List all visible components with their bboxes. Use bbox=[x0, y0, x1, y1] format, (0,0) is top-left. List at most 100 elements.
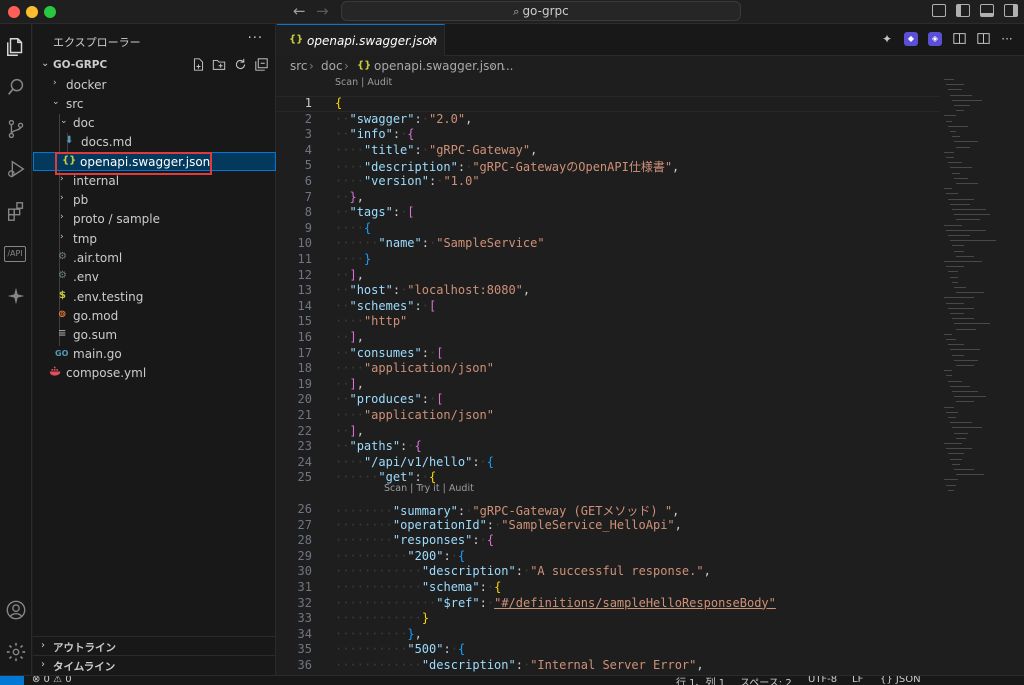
tree-file-go-sum[interactable]: ≡ go.sum bbox=[33, 326, 276, 345]
code-line[interactable]: 7 ··}, bbox=[277, 190, 940, 206]
code-line[interactable]: 16 ··], bbox=[277, 330, 940, 346]
arrow-right-icon[interactable]: → bbox=[316, 2, 329, 20]
api-audit-icon[interactable]: ◈ bbox=[928, 32, 942, 46]
command-center-search[interactable]: ⌕ go-grpc bbox=[341, 1, 741, 21]
codelens-root[interactable]: Scan | Audit bbox=[335, 77, 392, 88]
more-actions-icon[interactable]: ··· bbox=[1000, 32, 1014, 46]
code-line[interactable]: 1{ bbox=[277, 96, 940, 112]
timeline-section[interactable]: › タイムライン bbox=[33, 655, 276, 674]
code-line[interactable]: 36 ············"description":·"Internal S… bbox=[277, 658, 940, 674]
code-line[interactable]: 35 ··········"500":·{ bbox=[277, 642, 940, 658]
tree-file-env-testing[interactable]: $ .env.testing bbox=[33, 288, 276, 307]
account-icon[interactable] bbox=[4, 599, 28, 623]
breadcrumb-symbol[interactable]: ... bbox=[502, 59, 513, 73]
code-line[interactable]: 28 ········"responses":·{ bbox=[277, 533, 940, 549]
code-line[interactable]: 9 ····{ bbox=[277, 221, 940, 237]
workspace-section-header[interactable]: ⌄ GO-GRPC bbox=[33, 56, 276, 76]
code-line[interactable]: 24 ····"/api/v1/hello":·{ bbox=[277, 455, 940, 471]
more-actions-icon[interactable]: ··· bbox=[248, 31, 263, 46]
tree-file-compose-yml[interactable]: compose.yml bbox=[33, 364, 276, 383]
code-line[interactable]: 17 ··"consumes":·[ bbox=[277, 346, 940, 362]
breadcrumb-src[interactable]: src bbox=[290, 59, 308, 73]
code-line[interactable]: 14 ··"schemes":·[ bbox=[277, 299, 940, 315]
indentation-indicator[interactable]: スペース: 2 bbox=[740, 676, 792, 685]
tree-file-env[interactable]: ⚙ .env bbox=[33, 268, 276, 287]
tree-folder-docker[interactable]: › docker bbox=[33, 76, 276, 95]
toggle-panel-icon[interactable] bbox=[980, 4, 994, 17]
language-mode[interactable]: {} JSON bbox=[880, 676, 921, 685]
code-line[interactable]: 30 ············"description":·"A successf… bbox=[277, 564, 940, 580]
code-line[interactable]: 22 ··], bbox=[277, 424, 940, 440]
settings-icon[interactable] bbox=[4, 641, 28, 665]
tree-file-main-go[interactable]: GO main.go bbox=[33, 345, 276, 364]
run-debug-icon[interactable] bbox=[4, 158, 28, 182]
tree-folder-proto-sample[interactable]: › proto / sample bbox=[33, 210, 276, 229]
tree-folder-src[interactable]: ⌄ src bbox=[33, 95, 276, 114]
new-folder-icon[interactable] bbox=[212, 58, 226, 72]
code-line[interactable]: 15 ····"http" bbox=[277, 314, 940, 330]
tree-folder-doc[interactable]: ⌄ doc bbox=[33, 114, 276, 133]
outline-section[interactable]: › アウトライン bbox=[33, 636, 276, 655]
code-line[interactable]: 2 ··"swagger":·"2.0", bbox=[277, 112, 940, 128]
code-line[interactable]: 21 ····"application/json" bbox=[277, 408, 940, 424]
code-line[interactable]: 23 ··"paths":·{ bbox=[277, 439, 940, 455]
code-line[interactable]: 32 ··············"$ref":·"#/definitions/s… bbox=[277, 596, 940, 612]
code-line[interactable]: 13 ··"host":·"localhost:8080", bbox=[277, 283, 940, 299]
copilot-icon[interactable]: ✦ bbox=[880, 32, 894, 46]
code-line[interactable]: 4 ····"title":·"gRPC-Gateway", bbox=[277, 143, 940, 159]
code-line[interactable]: 18 ····"application/json" bbox=[277, 361, 940, 377]
customize-layout-icon[interactable] bbox=[932, 4, 946, 17]
new-file-icon[interactable] bbox=[191, 58, 205, 72]
code-line[interactable]: 29 ··········"200":·{ bbox=[277, 549, 940, 565]
minimize-window-button[interactable] bbox=[26, 6, 38, 18]
copilot-icon[interactable] bbox=[4, 286, 28, 310]
code-line[interactable]: 12 ··], bbox=[277, 268, 940, 284]
encoding-indicator[interactable]: UTF-8 bbox=[808, 676, 837, 685]
minimap[interactable] bbox=[940, 77, 1024, 677]
breadcrumb-doc[interactable]: doc bbox=[321, 59, 343, 73]
open-preview-icon[interactable] bbox=[952, 32, 966, 46]
remote-indicator[interactable] bbox=[0, 676, 24, 685]
maximize-window-button[interactable] bbox=[44, 6, 56, 18]
source-control-icon[interactable] bbox=[4, 118, 28, 142]
code-line[interactable]: 25 ······"get":·{ bbox=[277, 470, 940, 486]
tree-folder-tmp[interactable]: › tmp bbox=[33, 230, 276, 249]
cursor-position[interactable]: 行 1、列 1 bbox=[676, 676, 725, 685]
tree-folder-internal[interactable]: › internal bbox=[33, 172, 276, 191]
search-icon[interactable] bbox=[4, 76, 28, 100]
arrow-left-icon[interactable]: ← bbox=[293, 2, 306, 20]
code-line[interactable]: 5 ····"description":·"gRPC-GatewayのOpenAP… bbox=[277, 158, 940, 174]
extensions-icon[interactable] bbox=[4, 200, 28, 224]
code-line[interactable]: 34 ··········}, bbox=[277, 627, 940, 643]
api-icon[interactable]: /API bbox=[4, 242, 28, 266]
api-preview-icon[interactable]: ◆ bbox=[904, 32, 918, 46]
eol-indicator[interactable]: LF bbox=[852, 676, 863, 685]
code-line[interactable]: 6 ····"version":·"1.0" bbox=[277, 174, 940, 190]
close-icon[interactable]: ✕ bbox=[427, 33, 437, 47]
code-line[interactable]: 31 ············"schema":·{ bbox=[277, 580, 940, 596]
code-line[interactable]: 10 ······"name":·"SampleService" bbox=[277, 236, 940, 252]
code-line[interactable]: 20 ··"produces":·[ bbox=[277, 392, 940, 408]
explorer-icon[interactable] bbox=[4, 36, 28, 60]
code-line[interactable]: 8 ··"tags":·[ bbox=[277, 205, 940, 221]
tree-folder-pb[interactable]: › pb bbox=[33, 191, 276, 210]
tree-file-go-mod[interactable]: ⊚ go.mod bbox=[33, 307, 276, 326]
code-editor[interactable]: Scan | Audit Scan | Try it | Audit 1{2 ··… bbox=[277, 77, 940, 675]
refresh-icon[interactable] bbox=[233, 58, 247, 72]
tab-openapi-swagger-json[interactable]: {} openapi.swagger.json ✕ bbox=[277, 24, 445, 56]
tree-file-air-toml[interactable]: ⚙ .air.toml bbox=[33, 249, 276, 268]
problems-indicator[interactable]: ⊗ 0 ⚠ 0 bbox=[32, 676, 72, 685]
tree-file-docs-md[interactable]: ⬇ docs.md bbox=[33, 133, 276, 152]
split-editor-icon[interactable] bbox=[976, 32, 990, 46]
breadcrumb-file[interactable]: openapi.swagger.json bbox=[374, 59, 504, 73]
toggle-secondary-sidebar-icon[interactable] bbox=[1004, 4, 1018, 17]
code-line[interactable]: 3 ··"info":·{ bbox=[277, 127, 940, 143]
code-line[interactable]: 26 ········"summary":·"gRPC-Gateway (GETメ… bbox=[277, 502, 940, 518]
collapse-all-icon[interactable] bbox=[254, 58, 268, 72]
close-window-button[interactable] bbox=[8, 6, 20, 18]
code-line[interactable]: 27 ········"operationId":·"SampleService_… bbox=[277, 518, 940, 534]
code-line[interactable]: 19 ··], bbox=[277, 377, 940, 393]
code-line[interactable]: 33 ············} bbox=[277, 611, 940, 627]
code-line[interactable]: 11 ····} bbox=[277, 252, 940, 268]
toggle-sidebar-icon[interactable] bbox=[956, 4, 970, 17]
